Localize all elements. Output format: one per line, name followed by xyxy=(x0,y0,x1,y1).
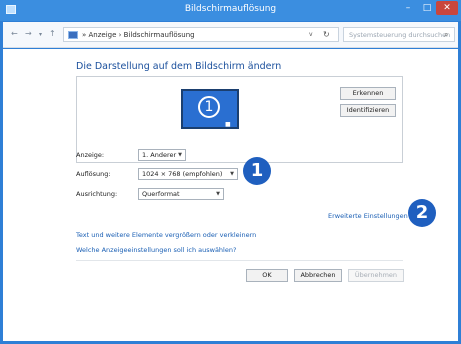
monitor-1-preview[interactable]: 1 ■ ■ ■ xyxy=(181,89,239,142)
search-placeholder: Systemsteuerung durchsuchen xyxy=(349,31,451,39)
resolution-select[interactable]: 1024 × 768 (empfohlen) ▼ xyxy=(138,168,238,180)
address-bar: ← → ▾ ↑ » Anzeige › Bildschirmauflösung … xyxy=(3,22,458,48)
cancel-button[interactable]: Abbrechen xyxy=(294,269,342,282)
text-size-link[interactable]: Text und weitere Elemente vergrößern ode… xyxy=(76,231,256,239)
ok-button[interactable]: OK xyxy=(246,269,288,282)
close-button[interactable]: ✕ xyxy=(436,1,458,15)
identify-button[interactable]: Identifizieren xyxy=(340,104,396,117)
page-title: Die Darstellung auf dem Bildschirm änder… xyxy=(76,61,282,72)
monitor-dots: ■ ■ ■ xyxy=(225,121,231,142)
chevron-down-icon: ▼ xyxy=(216,191,220,197)
which-settings-link[interactable]: Welche Anzeigeeinstellungen soll ich aus… xyxy=(76,246,236,254)
breadcrumb[interactable]: » Anzeige › Bildschirmauflösung v ↻ xyxy=(63,27,339,42)
main-content: Die Darstellung auf dem Bildschirm änder… xyxy=(3,49,458,341)
monitor-number: 1 xyxy=(198,96,220,118)
window-title: Bildschirmauflösung xyxy=(184,4,277,14)
title-bar: Bildschirmauflösung – □ ✕ xyxy=(0,0,461,21)
control-panel-icon xyxy=(68,31,78,39)
display-label: Anzeige: xyxy=(76,151,105,159)
path-dropdown-icon[interactable]: v xyxy=(309,31,313,38)
display-select-value: 1. Anderer xyxy=(142,151,177,159)
chevron-down-icon: ▼ xyxy=(230,171,234,177)
refresh-icon[interactable]: ↻ xyxy=(323,30,330,39)
detect-button[interactable]: Erkennen xyxy=(340,87,396,100)
search-icon[interactable]: ⌕ xyxy=(444,30,448,40)
resolution-label: Auflösung: xyxy=(76,170,111,178)
display-preview: 1 ■ ■ ■ Erkennen Identifizieren xyxy=(76,76,403,163)
apply-button[interactable]: Übernehmen xyxy=(348,269,404,282)
up-arrow-icon[interactable]: ↑ xyxy=(49,29,56,38)
recent-locations-dropdown-icon[interactable]: ▾ xyxy=(39,31,42,38)
callout-badge-1: 1 xyxy=(243,157,271,185)
window: Bildschirmauflösung – □ ✕ ← → ▾ ↑ » Anze… xyxy=(0,0,461,344)
maximize-button[interactable]: □ xyxy=(418,1,436,15)
back-arrow-icon[interactable]: ← xyxy=(11,29,18,38)
minimize-button[interactable]: – xyxy=(399,1,417,15)
display-select[interactable]: 1. Anderer ▼ xyxy=(138,149,186,161)
chevron-down-icon: ▼ xyxy=(178,152,182,158)
orientation-select-value: Querformat xyxy=(142,190,180,198)
callout-badge-2: 2 xyxy=(408,199,436,227)
forward-arrow-icon[interactable]: → xyxy=(25,29,32,38)
search-input[interactable]: Systemsteuerung durchsuchen ⌕ xyxy=(343,27,455,42)
orientation-select[interactable]: Querformat ▼ xyxy=(138,188,224,200)
divider xyxy=(76,260,403,261)
resolution-select-value: 1024 × 768 (empfohlen) xyxy=(142,170,223,178)
breadcrumb-path[interactable]: » Anzeige › Bildschirmauflösung xyxy=(82,31,195,39)
orientation-label: Ausrichtung: xyxy=(76,190,118,198)
advanced-settings-link[interactable]: Erweiterte Einstellungen xyxy=(328,212,408,220)
